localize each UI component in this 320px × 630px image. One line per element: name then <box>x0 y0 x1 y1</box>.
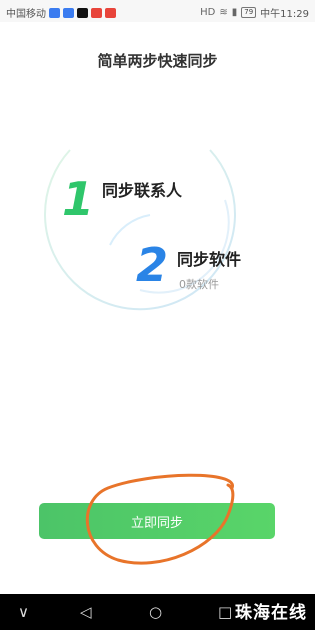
step-label-apps: 同步软件 <box>177 250 242 269</box>
step-label-contacts: 同步联系人 <box>102 181 183 200</box>
back-triangle-icon[interactable]: ◁ <box>80 602 92 622</box>
step-number-1: 1 <box>62 172 95 226</box>
sync-now-button[interactable]: 立即同步 <box>39 503 275 539</box>
sync-now-label: 立即同步 <box>130 515 183 531</box>
chevron-down-icon[interactable]: ∨ <box>18 602 29 622</box>
home-circle-icon[interactable]: ○ <box>149 602 162 622</box>
recent-apps-icon[interactable]: □ <box>218 602 232 622</box>
step-number-2: 2 <box>136 238 169 292</box>
watermark: 珠海在线 <box>235 603 307 623</box>
apps-count: 0款软件 <box>179 278 219 291</box>
